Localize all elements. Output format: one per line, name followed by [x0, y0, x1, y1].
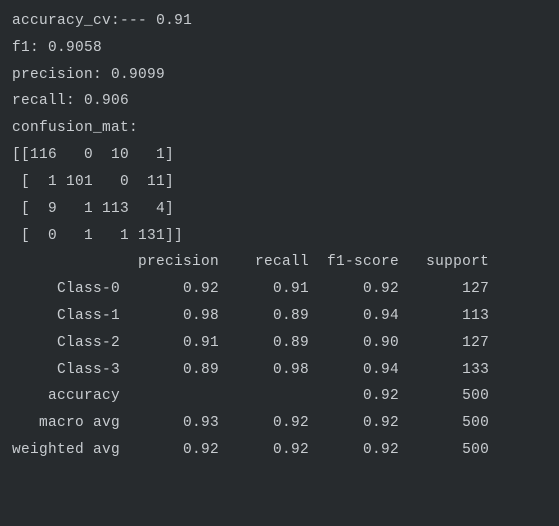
f1-value: 0.9058: [48, 40, 102, 56]
confusion-row-2: [ 9 1 113 4]: [12, 196, 547, 223]
report-accuracy: accuracy 0.92 500: [12, 383, 547, 410]
report-header: precision recall f1-score support: [12, 249, 547, 276]
report-class-3: Class-3 0.89 0.98 0.94 133: [12, 357, 547, 384]
report-class-1: Class-1 0.98 0.89 0.94 113: [12, 303, 547, 330]
precision-value: 0.9099: [111, 67, 165, 83]
report-macro-avg: macro avg 0.93 0.92 0.92 500: [12, 410, 547, 437]
f1-label: f1:: [12, 40, 39, 56]
confusion-row-0: [[116 0 10 1]: [12, 142, 547, 169]
terminal-output: accuracy_cv:--- 0.91 f1: 0.9058 precisio…: [12, 8, 547, 464]
precision-line: precision: 0.9099: [12, 62, 547, 89]
report-weighted-avg: weighted avg 0.92 0.92 0.92 500: [12, 437, 547, 464]
accuracy-cv-dashes: ---: [120, 13, 147, 29]
report-class-2: Class-2 0.91 0.89 0.90 127: [12, 330, 547, 357]
recall-label: recall:: [12, 93, 75, 109]
f1-line: f1: 0.9058: [12, 35, 547, 62]
confusion-row-3: [ 0 1 1 131]]: [12, 223, 547, 250]
confusion-mat-label: confusion_mat:: [12, 115, 547, 142]
recall-line: recall: 0.906: [12, 88, 547, 115]
confusion-row-1: [ 1 101 0 11]: [12, 169, 547, 196]
accuracy-cv-label: accuracy_cv:: [12, 13, 120, 29]
accuracy-cv-line: accuracy_cv:--- 0.91: [12, 8, 547, 35]
report-class-0: Class-0 0.92 0.91 0.92 127: [12, 276, 547, 303]
recall-value: 0.906: [84, 93, 129, 109]
precision-label: precision:: [12, 67, 102, 83]
accuracy-cv-value: 0.91: [156, 13, 192, 29]
